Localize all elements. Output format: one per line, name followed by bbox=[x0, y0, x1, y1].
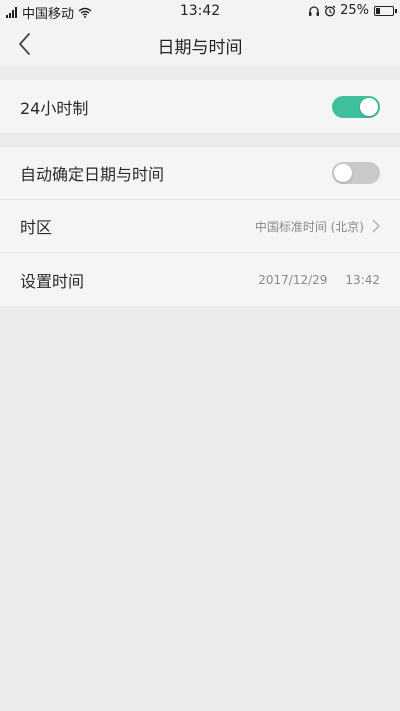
page-title: 日期与时间 bbox=[157, 38, 243, 58]
battery-icon bbox=[374, 5, 397, 16]
app-header: 日期与时间 bbox=[0, 22, 400, 66]
status-bar: 中国移动 13:42 25% bbox=[0, 0, 400, 22]
row-auto-datetime-label: 自动确定日期与时间 bbox=[20, 165, 165, 184]
row-auto-datetime[interactable]: 自动确定日期与时间 bbox=[0, 147, 400, 200]
section-datetime: 自动确定日期与时间 时区 中国标准时间 (北京) 设置时间 2017/12/29… bbox=[0, 147, 400, 306]
battery-fill bbox=[376, 7, 380, 14]
chevron-right-icon bbox=[372, 219, 380, 233]
set-time-date: 2017/12/29 bbox=[258, 272, 328, 287]
row-auto-datetime-right bbox=[332, 147, 380, 199]
row-timezone-right: 中国标准时间 (北京) bbox=[255, 200, 380, 252]
timezone-value: 中国标准时间 (北京) bbox=[254, 219, 364, 234]
section-format: 24小时制 bbox=[0, 80, 400, 133]
status-right: 25% bbox=[308, 3, 397, 18]
row-set-time-label: 设置时间 bbox=[20, 271, 85, 291]
row-set-time-right: 2017/12/29 13:42 bbox=[258, 253, 380, 306]
toggle-knob bbox=[360, 97, 378, 116]
set-time-time: 13:42 bbox=[345, 272, 380, 287]
toggle-24-hour[interactable] bbox=[332, 95, 380, 118]
alarm-icon bbox=[324, 5, 336, 16]
row-timezone-label: 时区 bbox=[20, 218, 53, 237]
toggle-knob bbox=[334, 164, 352, 182]
row-set-time[interactable]: 设置时间 2017/12/29 13:42 bbox=[0, 253, 400, 306]
row-timezone[interactable]: 时区 中国标准时间 (北京) bbox=[0, 200, 400, 253]
row-24-hour[interactable]: 24小时制 bbox=[0, 80, 400, 133]
battery-percent: 25% bbox=[340, 3, 369, 18]
headset-icon bbox=[309, 5, 320, 16]
row-24-hour-right bbox=[332, 80, 380, 133]
row-24-hour-label: 24小时制 bbox=[20, 98, 89, 118]
toggle-auto-datetime[interactable] bbox=[332, 162, 380, 184]
